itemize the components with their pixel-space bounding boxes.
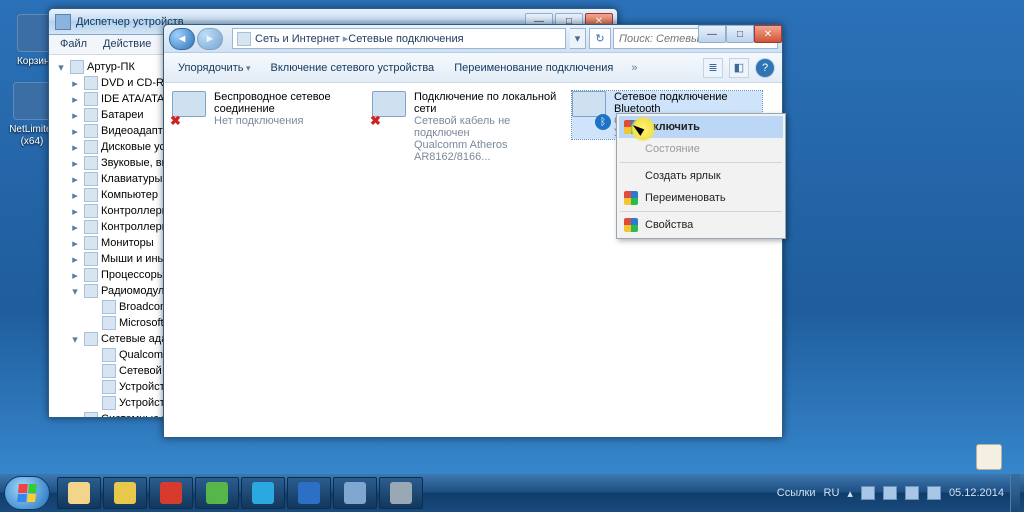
- taskbar-item-opera[interactable]: [149, 477, 193, 509]
- menu-action[interactable]: Действие: [95, 35, 159, 54]
- taskbar-item-yandex[interactable]: [103, 477, 147, 509]
- taskbar: Ссылки RU ▴ 05.12.2014: [0, 474, 1024, 512]
- preview-pane-button[interactable]: ◧: [729, 58, 749, 78]
- tray-volume-icon[interactable]: [927, 486, 941, 500]
- menu-file[interactable]: Файл: [52, 35, 95, 54]
- connection-item[interactable]: ✖Подключение по локальной сетиСетевой ка…: [372, 91, 562, 163]
- taskbar-item-skype[interactable]: [241, 477, 285, 509]
- breadcrumb-item[interactable]: Сетевые подключения: [348, 33, 463, 45]
- tray-icon[interactable]: [883, 486, 897, 500]
- command-bar: Упорядочить Включение сетевого устройств…: [164, 53, 782, 83]
- organize-button[interactable]: Упорядочить: [170, 58, 259, 78]
- connection-icon: ᛒ: [572, 91, 608, 127]
- tray-network-icon[interactable]: [905, 486, 919, 500]
- rename-connection-button[interactable]: Переименование подключения: [446, 58, 621, 78]
- close-button[interactable]: ✕: [754, 25, 782, 43]
- help-button[interactable]: ?: [755, 58, 775, 78]
- back-button[interactable]: ◄: [169, 28, 195, 50]
- app-icon: [55, 14, 71, 30]
- date-label: 05.12.2014: [949, 487, 1004, 499]
- view-options-button[interactable]: ≣: [703, 58, 723, 78]
- system-tray: Ссылки RU ▴ 05.12.2014: [771, 486, 1010, 500]
- show-desktop-button[interactable]: [1010, 474, 1020, 512]
- navigation-bar: ◄ ► Сеть и Интернет Сетевые подключения …: [164, 25, 782, 53]
- taskbar-item-app1[interactable]: [333, 477, 377, 509]
- shield-icon: [624, 191, 638, 205]
- maximize-button[interactable]: □: [726, 25, 754, 43]
- breadcrumb-item[interactable]: Сеть и Интернет: [255, 32, 348, 45]
- enable-device-button[interactable]: Включение сетевого устройства: [263, 58, 443, 78]
- menu-item-shortcut[interactable]: Создать ярлык: [619, 165, 783, 187]
- tray-chevron-icon[interactable]: ▴: [847, 487, 853, 500]
- forward-button[interactable]: ►: [197, 28, 223, 50]
- connection-icon: ✖: [372, 91, 408, 127]
- links-label[interactable]: Ссылки: [777, 487, 816, 499]
- windows-logo-icon: [17, 484, 37, 502]
- taskbar-item-app2[interactable]: [379, 477, 423, 509]
- taskbar-item-utorrent[interactable]: [195, 477, 239, 509]
- taskbar-item-word[interactable]: [287, 477, 331, 509]
- clock[interactable]: 05.12.2014: [949, 487, 1004, 499]
- language-indicator[interactable]: RU: [824, 487, 840, 499]
- shield-icon: [624, 218, 638, 232]
- address-bar[interactable]: Сеть и Интернет Сетевые подключения: [232, 28, 566, 49]
- tray-notification-icon[interactable]: [976, 444, 1002, 470]
- taskbar-item-explorer[interactable]: [57, 477, 101, 509]
- overflow-button[interactable]: »: [631, 62, 637, 74]
- start-button[interactable]: [4, 476, 50, 510]
- app-icon: [13, 82, 51, 120]
- mouse-cursor: [636, 122, 656, 142]
- menu-item-rename[interactable]: Переименовать: [619, 187, 783, 209]
- minimize-button[interactable]: —: [698, 25, 726, 43]
- connection-item[interactable]: ✖Беспроводное сетевое соединениеНет подк…: [172, 91, 362, 127]
- tray-icon[interactable]: [861, 486, 875, 500]
- connection-icon: ✖: [172, 91, 208, 127]
- location-icon: [237, 32, 251, 46]
- refresh-button[interactable]: ↻: [589, 28, 611, 49]
- address-dropdown[interactable]: ▾: [570, 28, 586, 49]
- menu-item-properties[interactable]: Свойства: [619, 214, 783, 236]
